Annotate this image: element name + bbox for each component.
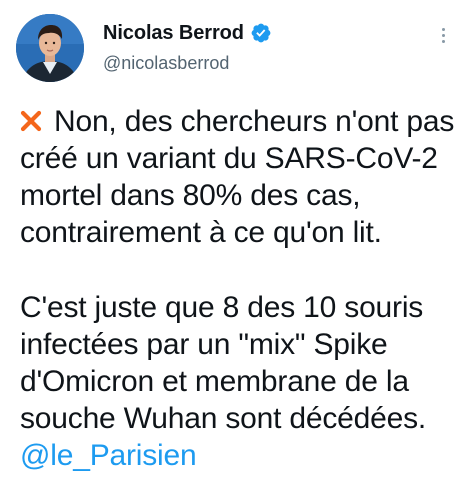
author-display-name[interactable]: Nicolas Berrod xyxy=(103,22,244,45)
tweet-paragraph-2-text: C'est juste que 8 des 10 souris infectée… xyxy=(20,291,427,435)
cross-mark-icon xyxy=(20,110,42,132)
author-name-row: Nicolas Berrod xyxy=(103,20,272,46)
author-handle[interactable]: @nicolasberrod xyxy=(103,53,229,74)
tweet-paragraph-2: C'est juste que 8 des 10 souris infectée… xyxy=(20,289,460,474)
avatar-image xyxy=(16,14,84,82)
tweet-paragraph-1-text: Non, des chercheurs n'ont pas créé un va… xyxy=(20,105,455,249)
tweet-card: Nicolas Berrod @nicolasberrod Non, des c… xyxy=(0,0,474,495)
tweet-paragraph-1: Non, des chercheurs n'ont pas créé un va… xyxy=(20,103,460,251)
mention-link[interactable]: @le_Parisien xyxy=(20,439,197,472)
tweet-text: Non, des chercheurs n'ont pas créé un va… xyxy=(20,103,460,474)
verified-badge-icon xyxy=(251,23,271,43)
more-options-icon[interactable] xyxy=(437,26,449,46)
avatar[interactable] xyxy=(16,14,84,82)
